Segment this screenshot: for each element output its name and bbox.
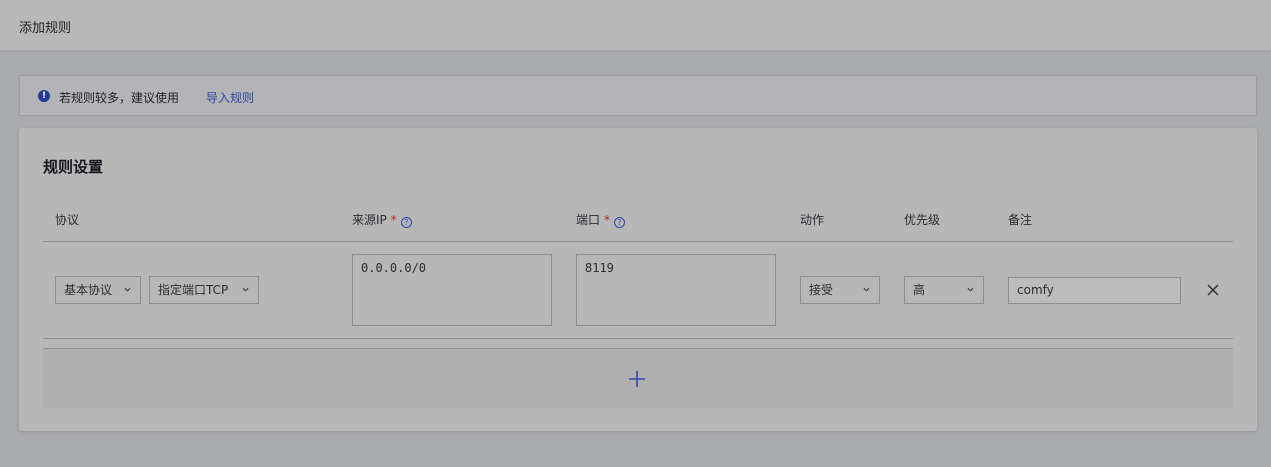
add-rule-button[interactable]: [43, 348, 1233, 408]
col-action-label: 动作: [800, 213, 825, 227]
required-mark: *: [390, 213, 397, 227]
info-icon: !: [38, 90, 50, 102]
port-field[interactable]: 8119: [576, 254, 776, 326]
close-icon[interactable]: [1206, 283, 1220, 297]
col-header-source-ip: 来源IP *?: [352, 211, 412, 228]
col-header-port: 端口 *?: [576, 211, 626, 228]
import-rules-link[interactable]: 导入规则: [206, 89, 254, 106]
col-header-action: 动作: [800, 211, 824, 228]
chevron-down-icon: [242, 287, 249, 292]
page-header: 添加规则: [0, 0, 1271, 51]
action-value: 接受: [809, 283, 834, 297]
required-mark: *: [604, 213, 611, 227]
col-header-remark: 备注: [1008, 211, 1032, 228]
chevron-down-icon: [863, 287, 870, 292]
chevron-down-icon: [124, 287, 131, 292]
protocol-type-value: 基本协议: [64, 283, 113, 297]
col-remark-label: 备注: [1008, 213, 1033, 227]
row-divider: [43, 338, 1233, 339]
col-protocol-label: 协议: [55, 213, 80, 227]
plus-icon: [629, 371, 645, 387]
col-port-label: 端口: [576, 213, 601, 227]
protocol-detail-value: 指定端口TCP: [158, 283, 229, 297]
help-icon[interactable]: ?: [400, 217, 412, 228]
chevron-down-icon: [967, 287, 974, 292]
rule-settings-card: 规则设置 协议 来源IP *? 端口 *? 动作 优先级 备注 基本协议 指定端口T…: [19, 128, 1257, 431]
card-title: 规则设置: [43, 158, 104, 176]
protocol-detail-select[interactable]: 指定端口TCP: [149, 276, 259, 304]
notice-text: 若规则较多，建议使用: [59, 91, 180, 105]
protocol-type-select[interactable]: 基本协议: [55, 276, 141, 304]
header-divider: [43, 241, 1233, 242]
col-priority-label: 优先级: [904, 213, 941, 227]
remark-input[interactable]: comfy: [1008, 277, 1181, 304]
col-source-ip-label: 来源IP: [352, 213, 387, 227]
priority-value: 高: [913, 283, 926, 297]
priority-select[interactable]: 高: [904, 276, 984, 304]
source-ip-field[interactable]: 0.0.0.0/0: [352, 254, 552, 326]
action-select[interactable]: 接受: [800, 276, 880, 304]
col-header-priority: 优先级: [904, 211, 940, 228]
help-icon[interactable]: ?: [614, 217, 626, 228]
notice-banner: ! 若规则较多，建议使用 导入规则: [19, 75, 1257, 116]
col-header-protocol: 协议: [55, 211, 79, 228]
page-title: 添加规则: [19, 21, 72, 36]
